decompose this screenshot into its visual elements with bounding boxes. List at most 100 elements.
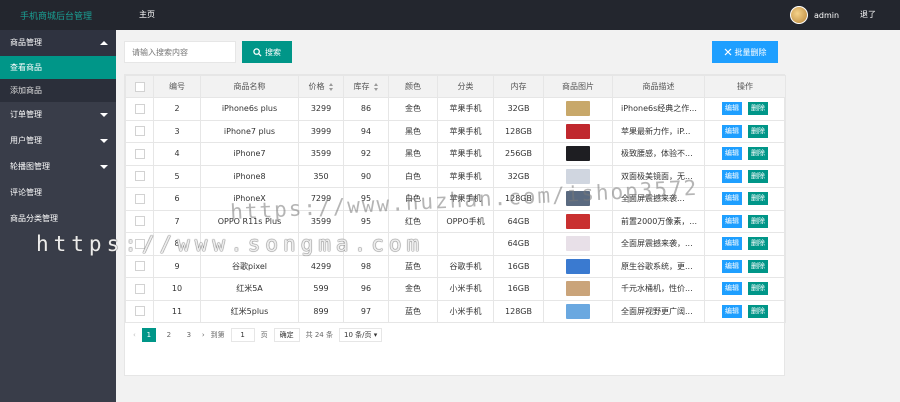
cell-description: 原生谷歌系统，更... xyxy=(612,254,705,278)
sidebar-item-carousel[interactable]: 轮播图管理 xyxy=(0,154,116,180)
table-row: 3 iPhone7 plus 3999 94 黑色 苹果手机 128GB 苹果最新力作，iP.… xyxy=(125,119,786,143)
chevron-down-icon xyxy=(100,165,108,169)
total-count: 共 24 条 xyxy=(305,331,333,339)
edit-button[interactable]: 编辑 xyxy=(722,102,742,116)
sidebar-item-product-management[interactable]: 商品管理 xyxy=(0,30,116,56)
goto-page-input[interactable]: 1 xyxy=(230,328,255,342)
goto-confirm-button[interactable]: 确定 xyxy=(273,328,300,342)
delete-button[interactable]: 删除 xyxy=(748,214,768,228)
sidebar: 商品管理 查看商品 添加商品 订单管理 用户管理 轮播图管理 评论管理 商品分类… xyxy=(0,30,116,402)
cell-name: 谷歌pixel xyxy=(200,254,299,278)
edit-button[interactable]: 编辑 xyxy=(722,147,742,161)
delete-button[interactable]: 删除 xyxy=(748,259,768,273)
cell-memory: 128GB xyxy=(493,299,544,323)
page-3-button[interactable]: 3 xyxy=(182,328,196,342)
cell-color: 蓝色 xyxy=(388,254,438,278)
row-checkbox[interactable] xyxy=(134,216,145,227)
row-select-cell[interactable] xyxy=(125,187,154,211)
edit-button[interactable]: 编辑 xyxy=(722,169,742,183)
column-header-color: 颜色 xyxy=(388,75,438,98)
column-header-actions: 操作 xyxy=(704,75,786,98)
page-size-select[interactable]: 10 条/页 ▾ xyxy=(338,328,383,342)
next-page-icon[interactable]: › xyxy=(202,331,205,339)
cell-description: 千元水桶机，性价... xyxy=(612,277,705,301)
column-header-description: 商品描述 xyxy=(612,75,705,98)
delete-button[interactable]: 删除 xyxy=(748,124,768,138)
delete-button[interactable]: 删除 xyxy=(748,169,768,183)
row-select-cell[interactable] xyxy=(125,299,154,323)
row-select-cell[interactable] xyxy=(125,164,154,188)
cell-id: 5 xyxy=(153,164,201,188)
row-checkbox[interactable] xyxy=(134,261,145,272)
edit-button[interactable]: 编辑 xyxy=(722,192,742,206)
edit-button[interactable]: 编辑 xyxy=(722,304,742,318)
cell-image xyxy=(543,277,613,301)
delete-button[interactable]: 删除 xyxy=(748,147,768,161)
row-checkbox[interactable] xyxy=(134,193,145,204)
row-select-cell[interactable] xyxy=(125,254,154,278)
product-thumbnail xyxy=(566,258,590,274)
row-checkbox[interactable] xyxy=(134,171,145,182)
select-all-checkbox[interactable] xyxy=(134,81,145,92)
search-input[interactable] xyxy=(124,41,236,63)
row-checkbox[interactable] xyxy=(134,148,145,159)
sort-icon[interactable] xyxy=(373,82,379,91)
sidebar-item-users[interactable]: 用户管理 xyxy=(0,128,116,154)
sidebar-item-label: 添加商品 xyxy=(10,86,42,95)
app-logo-title[interactable]: 手机商城后台管理 xyxy=(20,9,92,22)
product-thumbnail xyxy=(566,213,590,229)
page-size-label: 10 条/页 xyxy=(343,331,372,339)
logout-link[interactable]: 退了 xyxy=(860,9,876,20)
batch-delete-button[interactable]: 批量删除 xyxy=(712,41,778,63)
cell-id: 6 xyxy=(153,187,201,211)
page-unit-label: 页 xyxy=(260,331,268,339)
row-checkbox[interactable] xyxy=(134,283,145,294)
edit-button[interactable]: 编辑 xyxy=(722,214,742,228)
row-checkbox[interactable] xyxy=(134,306,145,317)
delete-button[interactable]: 删除 xyxy=(748,192,768,206)
cell-color: 金色 xyxy=(388,97,438,121)
delete-button[interactable]: 删除 xyxy=(748,304,768,318)
cell-price: 599 xyxy=(298,277,344,301)
edit-button[interactable]: 编辑 xyxy=(722,259,742,273)
page-1-button[interactable]: 1 xyxy=(141,328,156,342)
product-thumbnail xyxy=(566,146,590,162)
row-select-cell[interactable] xyxy=(125,142,154,166)
top-bar: 手机商城后台管理 主页 admin 退了 xyxy=(0,0,900,30)
close-icon xyxy=(724,48,731,56)
cell-id: 11 xyxy=(153,299,201,323)
cell-category: 苹果手机 xyxy=(437,164,494,188)
cell-memory: 128GB xyxy=(493,119,544,143)
row-select-cell[interactable] xyxy=(125,277,154,301)
page-2-button[interactable]: 2 xyxy=(162,328,176,342)
edit-button[interactable]: 编辑 xyxy=(722,124,742,138)
row-select-cell[interactable] xyxy=(125,209,154,233)
sidebar-item-orders[interactable]: 订单管理 xyxy=(0,102,116,128)
sort-icon[interactable] xyxy=(328,82,334,91)
sidebar-item-add-product[interactable]: 添加商品 xyxy=(0,79,116,102)
sidebar-item-comments[interactable]: 评论管理 xyxy=(0,180,116,206)
row-checkbox[interactable] xyxy=(134,103,145,114)
sidebar-item-view-products[interactable]: 查看商品 xyxy=(0,56,116,79)
row-select-cell[interactable] xyxy=(125,119,154,143)
delete-button[interactable]: 删除 xyxy=(748,102,768,116)
column-header-price[interactable]: 价格 xyxy=(298,75,344,98)
user-menu[interactable]: admin xyxy=(790,6,839,24)
edit-button[interactable]: 编辑 xyxy=(722,237,742,251)
nav-home-link[interactable]: 主页 xyxy=(139,9,155,20)
row-checkbox[interactable] xyxy=(134,126,145,137)
column-header-id: 编号 xyxy=(153,75,201,98)
cell-id: 7 xyxy=(153,209,201,233)
column-header-stock[interactable]: 库存 xyxy=(343,75,389,98)
edit-button[interactable]: 编辑 xyxy=(722,282,742,296)
column-header-category: 分类 xyxy=(437,75,494,98)
select-all-cell[interactable] xyxy=(125,75,154,98)
prev-page-icon[interactable]: ‹ xyxy=(133,331,136,339)
search-button[interactable]: 搜索 xyxy=(242,41,292,63)
delete-button[interactable]: 删除 xyxy=(748,282,768,296)
delete-button[interactable]: 删除 xyxy=(748,237,768,251)
cell-stock: 96 xyxy=(343,277,389,301)
sidebar-item-categories[interactable]: 商品分类管理 xyxy=(0,206,116,232)
row-select-cell[interactable] xyxy=(125,97,154,121)
cell-memory: 16GB xyxy=(493,277,544,301)
